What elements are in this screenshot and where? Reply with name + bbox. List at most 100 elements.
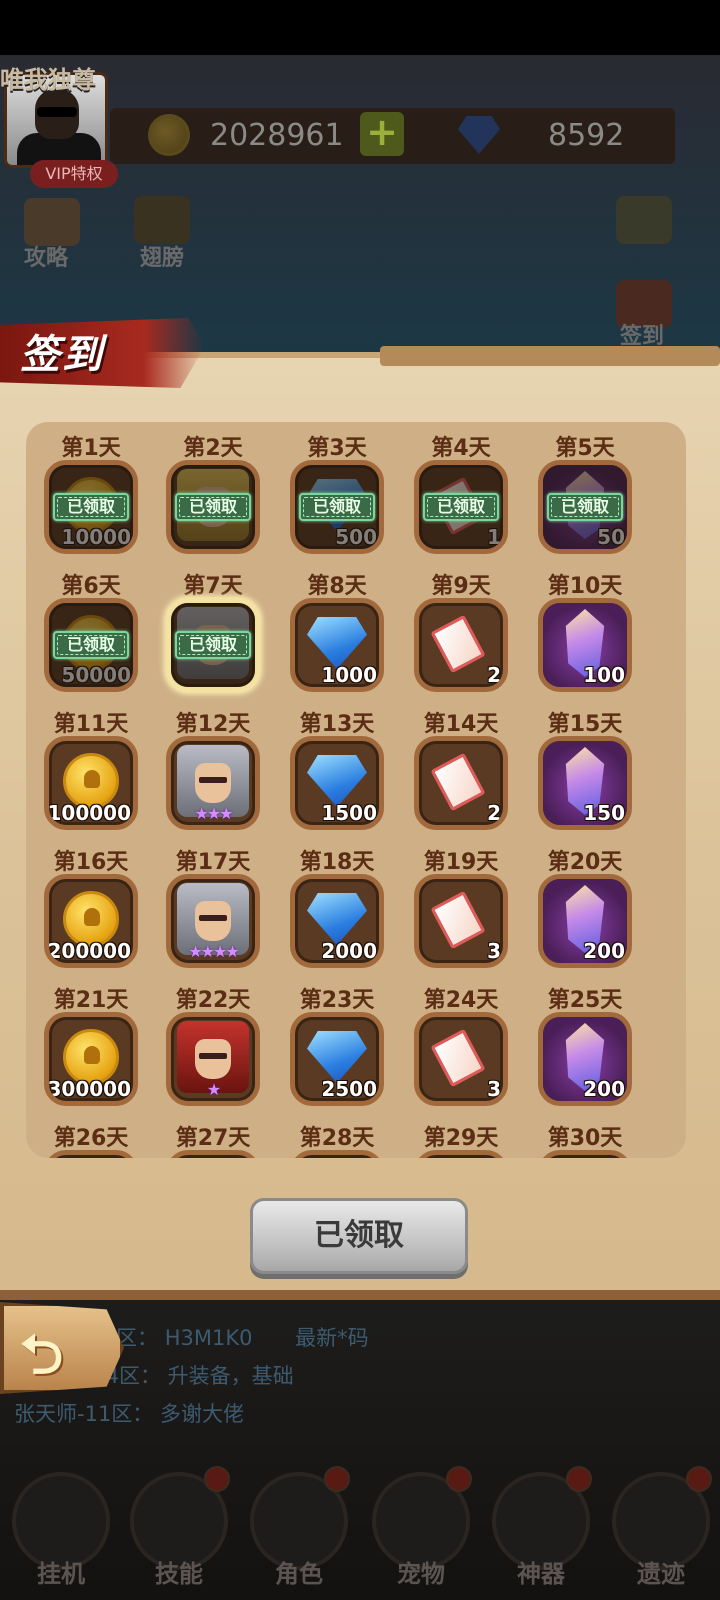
day-cell[interactable]: 第15天 150 bbox=[524, 706, 646, 836]
reward-slot[interactable]: ★★★ bbox=[166, 736, 260, 830]
reward-slot[interactable]: 200 bbox=[538, 874, 632, 968]
claimed-badge: 已领取 bbox=[53, 493, 129, 521]
day-cell[interactable]: 第27天 bbox=[152, 1120, 274, 1158]
chat-extra: 最新*码 bbox=[295, 1326, 369, 1350]
reward-slot[interactable]: 500已领取 bbox=[290, 460, 384, 554]
back-arrow-icon: ⮌ bbox=[20, 1323, 64, 1386]
star-rating: ★★★★ bbox=[188, 942, 239, 961]
reward-slot[interactable]: 2000 bbox=[290, 874, 384, 968]
reward-slot[interactable] bbox=[44, 1150, 138, 1158]
day-cell[interactable]: 第23天 2500 bbox=[276, 982, 398, 1112]
reward-quantity: 2000 bbox=[321, 939, 377, 963]
day-cell[interactable]: 第11天 100000 bbox=[30, 706, 152, 836]
day-label: 第29天 bbox=[423, 1126, 499, 1151]
reward-quantity: 150 bbox=[583, 801, 625, 825]
day-cell[interactable]: 第3天500已领取 bbox=[276, 430, 398, 560]
day-label: 第7天 bbox=[183, 574, 243, 599]
day-cell[interactable]: 第12天 ★★★ bbox=[152, 706, 274, 836]
day-label: 第13天 bbox=[299, 712, 375, 737]
day-cell[interactable]: 第14天 2 bbox=[400, 706, 522, 836]
day-cell[interactable]: 第2天 已领取 bbox=[152, 430, 274, 560]
reward-quantity: 200000 bbox=[47, 939, 131, 963]
reward-slot[interactable]: 200000 bbox=[44, 874, 138, 968]
reward-slot[interactable]: 已领取 bbox=[166, 460, 260, 554]
day-cell[interactable]: 第22天 ★ bbox=[152, 982, 274, 1112]
day-label: 第1天 bbox=[61, 436, 121, 461]
day-label: 第24天 bbox=[423, 988, 499, 1013]
day-label: 第6天 bbox=[61, 574, 121, 599]
reward-slot[interactable]: 已领取 bbox=[166, 598, 260, 692]
day-cell[interactable]: 第17天 ★★★★ bbox=[152, 844, 274, 974]
day-cell[interactable]: 第16天 200000 bbox=[30, 844, 152, 974]
day-cell[interactable]: 第29天 bbox=[400, 1120, 522, 1158]
nav-label: 遗迹 bbox=[637, 1560, 685, 1588]
day-cell[interactable]: 第25天 200 bbox=[524, 982, 646, 1112]
day-cell[interactable]: 第1天10000已领取 bbox=[30, 430, 152, 560]
reward-quantity: 300000 bbox=[47, 1077, 131, 1101]
reward-slot[interactable] bbox=[538, 1150, 632, 1158]
day-label: 第23天 bbox=[299, 988, 375, 1013]
day-label: 第30天 bbox=[547, 1126, 623, 1151]
wings-icon[interactable] bbox=[134, 196, 190, 244]
day-cell[interactable]: 第28天 bbox=[276, 1120, 398, 1158]
day-cell[interactable]: 第9天 2 bbox=[400, 568, 522, 698]
day-label: 第21天 bbox=[53, 988, 129, 1013]
reward-slot[interactable]: 1000 bbox=[290, 598, 384, 692]
day-label: 第3天 bbox=[307, 436, 367, 461]
reward-slot[interactable] bbox=[166, 1150, 260, 1158]
day-label: 第25天 bbox=[547, 988, 623, 1013]
day-cell[interactable]: 第26天 bbox=[30, 1120, 152, 1158]
reward-slot[interactable]: 200 bbox=[538, 1012, 632, 1106]
player-name: 唯我独尊 bbox=[0, 66, 96, 94]
day-cell[interactable]: 第7天 已领取 bbox=[152, 568, 274, 698]
reward-slot[interactable]: ★ bbox=[166, 1012, 260, 1106]
reward-grid[interactable]: 第1天10000已领取第2天已领取第3天500已领取第4天1已领取第5天50已领… bbox=[26, 422, 686, 1158]
reward-slot[interactable]: 100 bbox=[538, 598, 632, 692]
day-cell[interactable]: 第5天50已领取 bbox=[524, 430, 646, 560]
reward-slot[interactable]: ★★★★ bbox=[166, 874, 260, 968]
star-rating: ★ bbox=[206, 1080, 221, 1099]
guide-icon[interactable] bbox=[24, 198, 80, 246]
claimed-badge: 已领取 bbox=[53, 631, 129, 659]
day-cell[interactable]: 第18天 2000 bbox=[276, 844, 398, 974]
reward-quantity: 2 bbox=[487, 663, 501, 687]
reward-slot[interactable]: 10000已领取 bbox=[44, 460, 138, 554]
reward-quantity: 100000 bbox=[47, 801, 131, 825]
star-rating: ★★★ bbox=[194, 804, 233, 823]
rank-icon[interactable] bbox=[616, 196, 672, 244]
reward-slot[interactable]: 100000 bbox=[44, 736, 138, 830]
guide-label: 攻略 bbox=[24, 246, 69, 271]
add-coins-button[interactable]: + bbox=[360, 112, 404, 156]
day-cell[interactable]: 第21天 300000 bbox=[30, 982, 152, 1112]
claimed-badge: 已领取 bbox=[299, 493, 375, 521]
reward-slot[interactable]: 1已领取 bbox=[414, 460, 508, 554]
day-cell[interactable]: 第24天 3 bbox=[400, 982, 522, 1112]
reward-quantity: 2500 bbox=[321, 1077, 377, 1101]
reward-slot[interactable] bbox=[290, 1150, 384, 1158]
reward-slot[interactable]: 3 bbox=[414, 1012, 508, 1106]
reward-slot[interactable]: 2500 bbox=[290, 1012, 384, 1106]
claim-button[interactable]: 已领取 bbox=[250, 1198, 468, 1274]
day-cell[interactable]: 第4天1已领取 bbox=[400, 430, 522, 560]
day-label: 第2天 bbox=[183, 436, 243, 461]
vip-badge[interactable]: VIP特权 bbox=[30, 160, 118, 188]
reward-slot[interactable]: 50000已领取 bbox=[44, 598, 138, 692]
day-cell[interactable]: 第19天 3 bbox=[400, 844, 522, 974]
day-cell[interactable]: 第20天 200 bbox=[524, 844, 646, 974]
nav-label: 宠物 bbox=[397, 1560, 445, 1588]
reward-slot[interactable]: 1500 bbox=[290, 736, 384, 830]
reward-slot[interactable]: 3 bbox=[414, 874, 508, 968]
nav-label: 挂机 bbox=[37, 1560, 85, 1588]
day-cell[interactable]: 第30天 bbox=[524, 1120, 646, 1158]
notification-dot bbox=[204, 1466, 230, 1492]
day-cell[interactable]: 第10天 100 bbox=[524, 568, 646, 698]
reward-slot[interactable]: 2 bbox=[414, 598, 508, 692]
reward-slot[interactable]: 150 bbox=[538, 736, 632, 830]
day-cell[interactable]: 第13天 1500 bbox=[276, 706, 398, 836]
reward-slot[interactable] bbox=[414, 1150, 508, 1158]
day-cell[interactable]: 第6天50000已领取 bbox=[30, 568, 152, 698]
reward-slot[interactable]: 2 bbox=[414, 736, 508, 830]
reward-slot[interactable]: 50已领取 bbox=[538, 460, 632, 554]
day-cell[interactable]: 第8天 1000 bbox=[276, 568, 398, 698]
reward-slot[interactable]: 300000 bbox=[44, 1012, 138, 1106]
